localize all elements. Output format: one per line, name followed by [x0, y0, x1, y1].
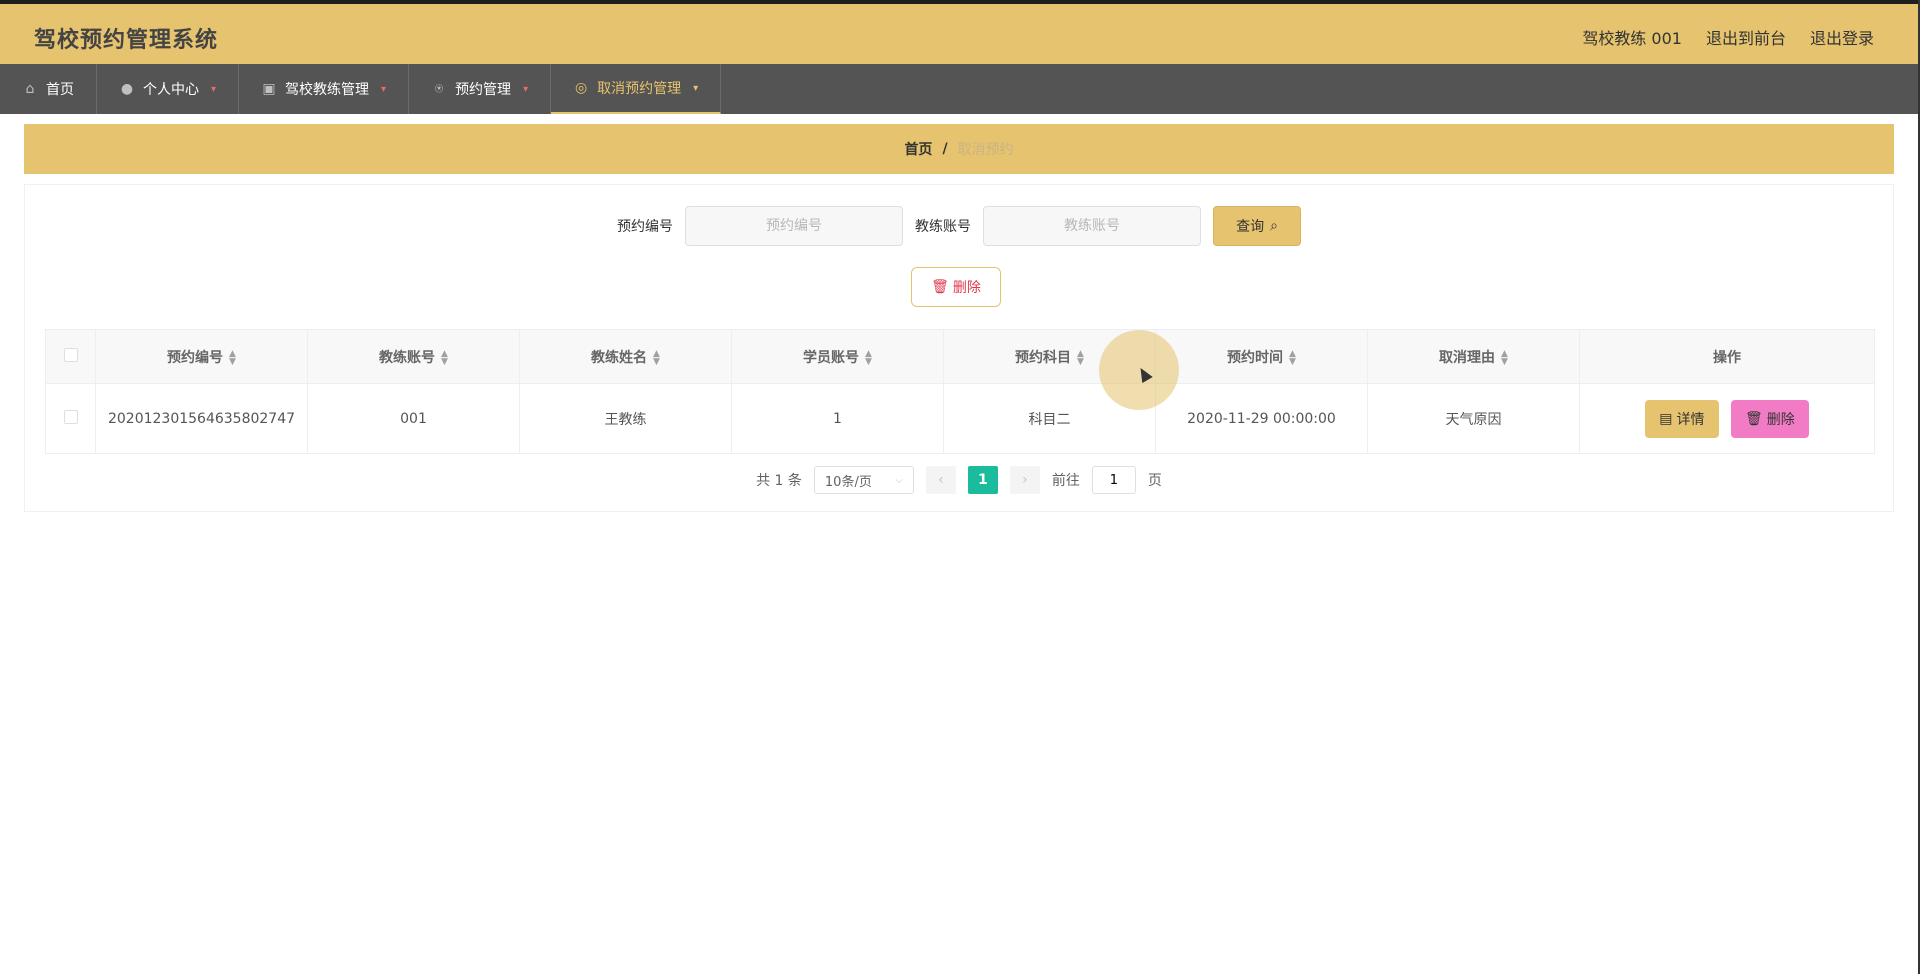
search-form: 预约编号 教练账号 查询 ⌕: [25, 205, 1893, 247]
goto-prefix: 前往: [1051, 473, 1080, 489]
next-page-button[interactable]: ›: [1009, 466, 1040, 494]
select-all-cell: [45, 329, 96, 384]
column-header-label: 教练姓名: [591, 349, 648, 366]
content-panel: 预约编号 教练账号 查询 ⌕ 🗑 删除 预约编号 ▲▼ 教练账号 ▲▼ 教练姓名 ▲▼…: [24, 184, 1894, 512]
total-count: 共 1 条: [756, 473, 802, 489]
row-delete-label: 删除: [1766, 411, 1795, 428]
sort-icon[interactable]: ▲ ▼: [653, 349, 660, 366]
column-header[interactable]: 学员账号 ▲ ▼: [731, 329, 944, 384]
trash-icon: 🗑: [931, 279, 949, 295]
nav-item-label: 取消预约管理: [597, 81, 682, 97]
sort-icon[interactable]: ▲ ▼: [865, 349, 872, 366]
goto-suffix: 页: [1147, 473, 1162, 489]
query-button-label: 查询: [1236, 219, 1265, 235]
column-header-label: 预约时间: [1227, 349, 1284, 366]
microphone-icon: ⍟: [434, 81, 444, 97]
prev-page-button[interactable]: ‹: [925, 466, 956, 494]
user-icon: ●: [120, 81, 134, 97]
column-header-label: 操作: [1713, 349, 1741, 366]
table-cell: 001: [307, 383, 520, 454]
chevron-down-icon: ⌵: [895, 474, 903, 486]
circle-icon: ◎: [574, 80, 588, 96]
chevron-down-icon: ▾: [693, 82, 699, 94]
chevron-right-icon: ›: [1022, 472, 1028, 488]
nav-item-label: 首页: [46, 82, 74, 98]
top-header: 驾校预约管理系统 驾校教练 001 退出到前台 退出登录: [0, 0, 1920, 64]
row-select-cell: [45, 383, 96, 454]
nav-item-label: 驾校教练管理: [285, 82, 370, 98]
home-icon: ⌂: [25, 81, 35, 97]
batch-delete-button[interactable]: 🗑 删除: [911, 267, 1001, 307]
column-header[interactable]: 教练姓名 ▲ ▼: [519, 329, 732, 384]
page-size-value: 10条/页: [824, 474, 872, 490]
booking-number-input[interactable]: [685, 206, 903, 246]
row-delete-button[interactable]: 🗑 删除: [1730, 399, 1809, 438]
column-header-label: 学员账号: [803, 349, 860, 366]
chevron-left-icon: ‹: [938, 472, 944, 488]
table-cell: 王教练: [519, 383, 732, 454]
row-actions-cell: ▤ 详情 🗑 删除: [1579, 383, 1875, 454]
column-header-label: 教练账号: [379, 349, 436, 366]
column-header[interactable]: 取消理由 ▲ ▼: [1367, 329, 1580, 384]
table-cell: 202012301564635802747: [95, 383, 308, 454]
table-cell: 1: [731, 383, 944, 454]
chevron-down-icon: ▾: [381, 83, 387, 95]
exit-to-frontend-link[interactable]: 退出到前台: [1706, 25, 1786, 49]
chevron-down-icon: ▾: [211, 83, 217, 95]
sort-icon[interactable]: ▲ ▼: [1289, 349, 1296, 366]
column-header-label: 预约科目: [1015, 349, 1072, 366]
search-icon: ⌕: [1270, 218, 1278, 234]
sort-icon[interactable]: ▲ ▼: [229, 349, 236, 366]
main-nav: ⌂ 首页 ● 个人中心 ▾ ▣ 驾校教练管理 ▾ ⍟ 预约管理 ▾ ◎ 取消预约…: [0, 64, 1920, 114]
batch-delete-label: 删除: [952, 280, 981, 296]
query-button[interactable]: 查询 ⌕: [1213, 206, 1301, 246]
select-all-checkbox[interactable]: [63, 347, 78, 362]
column-header[interactable]: 预约编号 ▲ ▼: [95, 329, 308, 384]
detail-button-label: 详情: [1676, 411, 1705, 428]
column-header[interactable]: 教练账号 ▲ ▼: [307, 329, 520, 384]
sort-icon[interactable]: ▲ ▼: [441, 349, 448, 366]
column-header-label: 预约编号: [167, 349, 224, 366]
sort-icon[interactable]: ▲ ▼: [1077, 349, 1084, 366]
page-size-select[interactable]: 10条/页 ⌵: [813, 466, 914, 494]
pagination: 共 1 条 10条/页 ⌵ ‹ 1 › 前往 页: [25, 465, 1893, 495]
nav-item-home[interactable]: ⌂ 首页: [0, 64, 97, 114]
current-user-label: 驾校教练 001: [1582, 29, 1682, 48]
nav-item-cancel-booking-management[interactable]: ◎ 取消预约管理 ▾: [551, 64, 722, 114]
chart-icon: ▣: [262, 81, 276, 97]
sort-icon[interactable]: ▲ ▼: [1501, 349, 1508, 366]
row-checkbox[interactable]: [63, 409, 78, 424]
trash-icon: 🗑: [1744, 410, 1763, 427]
coach-account-input[interactable]: [983, 206, 1201, 246]
nav-item-personal-center[interactable]: ● 个人中心 ▾: [97, 64, 240, 114]
document-icon: ▤: [1659, 410, 1673, 427]
breadcrumb-current: 取消预约: [957, 142, 1014, 158]
goto-page-input[interactable]: [1091, 466, 1136, 494]
booking-number-label: 预约编号: [617, 219, 673, 235]
table-cell: 天气原因: [1367, 383, 1580, 454]
breadcrumb-separator: /: [942, 141, 948, 157]
top-right-links: 驾校教练 001 退出到前台 退出登录: [1582, 25, 1874, 49]
chevron-down-icon: ▾: [523, 83, 529, 95]
coach-account-label: 教练账号: [915, 219, 971, 235]
nav-item-coach-management[interactable]: ▣ 驾校教练管理 ▾: [239, 64, 410, 114]
column-header[interactable]: 预约时间 ▲ ▼: [1155, 329, 1368, 384]
table-cell: 2020-11-29 00:00:00: [1155, 383, 1368, 454]
nav-item-label: 个人中心: [143, 82, 199, 98]
logout-link[interactable]: 退出登录: [1810, 25, 1874, 49]
breadcrumb: 首页 / 取消预约: [24, 124, 1894, 174]
app-title: 驾校预约管理系统: [34, 28, 219, 53]
page-number-button[interactable]: 1: [967, 466, 998, 494]
cancel-booking-table: 预约编号 ▲ ▼ 教练账号 ▲ ▼ 教练姓名 ▲ ▼ 学员账号 ▲ ▼ 预约科目 ▲ ▼ 预约时间 ▲…: [45, 329, 1875, 454]
column-header-label: 取消理由: [1439, 349, 1496, 366]
nav-item-booking-management[interactable]: ⍟ 预约管理 ▾: [409, 64, 552, 114]
breadcrumb-home-link[interactable]: 首页: [904, 139, 932, 159]
table-row: 202012301564635802747 001 王教练 1 科目二 2020…: [45, 383, 1875, 454]
column-header: 操作: [1579, 329, 1875, 384]
table-header-row: 预约编号 ▲ ▼ 教练账号 ▲ ▼ 教练姓名 ▲ ▼ 学员账号 ▲ ▼ 预约科目 ▲ ▼ 预约时间 ▲…: [45, 329, 1875, 384]
detail-button[interactable]: ▤ 详情: [1645, 399, 1719, 438]
nav-item-label: 预约管理: [455, 82, 512, 98]
